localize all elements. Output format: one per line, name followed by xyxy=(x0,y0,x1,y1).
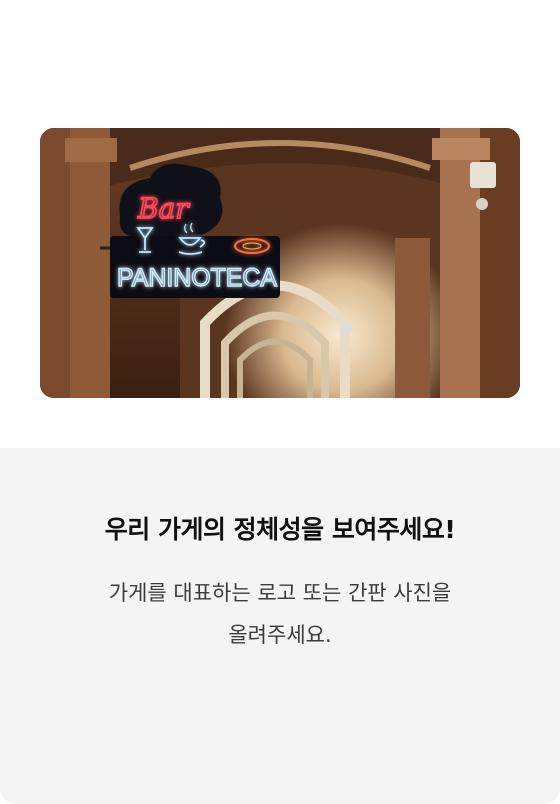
onboarding-card: Bar PANINOTECA 우리 가게의 정체성을 보여주세요! 가게를 대표… xyxy=(0,0,560,804)
image-section: Bar PANINOTECA xyxy=(0,0,560,448)
sign-top-text: Bar xyxy=(137,192,190,225)
description-section: 우리 가게의 정체성을 보여주세요! 가게를 대표하는 로고 또는 간판 사진을… xyxy=(0,448,560,804)
description-line-2: 올려주세요. xyxy=(228,623,332,647)
description: 가게를 대표하는 로고 또는 간판 사진을 올려주세요. xyxy=(60,572,500,656)
headline: 우리 가게의 정체성을 보여주세요! xyxy=(104,515,456,544)
sign-bottom-text: PANINOTECA xyxy=(117,264,277,292)
description-line-1: 가게를 대표하는 로고 또는 간판 사진을 xyxy=(108,581,452,605)
storefront-photo: Bar PANINOTECA xyxy=(40,128,520,398)
